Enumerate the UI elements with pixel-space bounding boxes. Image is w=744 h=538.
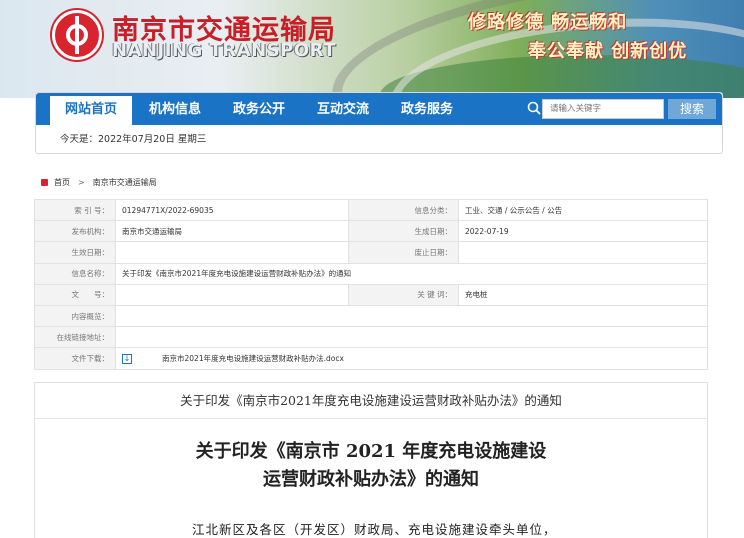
table-row: 文 号： 关 键 词： 充电桩 <box>34 283 708 306</box>
download-link[interactable]: 南京市2021年度充电设施建设运营财政补贴办法.docx <box>162 354 344 363</box>
slogan-line-1: 修路修德 畅运畅和 <box>468 12 628 33</box>
nav-item-interaction[interactable]: 互动交流 <box>302 93 384 125</box>
document-salutation: 江北新区及各区（开发区）财政局、充电设施建设牵头单位， <box>192 522 557 537</box>
keyword-label: 关 键 词： <box>348 283 459 306</box>
overview-value <box>115 304 708 328</box>
breadcrumb-home[interactable]: 首页 <box>54 177 70 188</box>
keyword-value: 充电桩 <box>458 283 708 306</box>
link-label: 在线链接地址： <box>34 326 116 349</box>
logo-icon[interactable] <box>52 10 102 60</box>
table-row: 在线链接地址： <box>34 326 708 349</box>
name-value: 关于印发《南京市2021年度充电设施建设运营财政补贴办法》的通知 <box>115 262 708 285</box>
table-row: 发布机构： 南京市交通运输局 生成日期： 2022-07-19 <box>34 220 708 243</box>
article-header-title: 关于印发《南京市2021年度充电设施建设运营财政补贴办法》的通知 <box>35 383 707 419</box>
index-value: 01294771X/2022-69035 <box>115 198 349 222</box>
document-info-table: 索 引 号： 01294771X/2022-69035 信息分类： 工业、交通 … <box>34 198 708 370</box>
site-title-en: NANJING TRANSPORT <box>112 40 336 61</box>
abolish-value <box>458 241 708 264</box>
nav-item-services[interactable]: 政务服务 <box>386 93 468 125</box>
download-icon[interactable]: ↓ <box>122 353 132 364</box>
category-value: 工业、交通 / 公示公告 / 公告 <box>458 198 708 222</box>
category-label: 信息分类： <box>348 198 459 222</box>
breadcrumb-current[interactable]: 南京市交通运输局 <box>93 177 157 188</box>
nav-item-gov-affairs[interactable]: 政务公开 <box>218 93 300 125</box>
table-row: 内容概览： <box>34 304 708 328</box>
doc-no-label: 文 号： <box>34 283 116 306</box>
overview-label: 内容概览： <box>34 304 116 328</box>
table-row: 文件下载： ↓ 南京市2021年度充电设施建设运营财政补贴办法.docx <box>34 347 708 370</box>
search-input[interactable] <box>542 99 664 119</box>
publisher-value: 南京市交通运输局 <box>115 220 349 243</box>
document-title-line-2: 运营财政补贴办法》的通知 <box>263 469 479 490</box>
effective-value <box>115 241 349 264</box>
publisher-label: 发布机构： <box>34 220 116 243</box>
doc-no-value <box>115 283 349 306</box>
article-content: 关于印发《南京市2021年度充电设施建设运营财政补贴办法》的通知 关于印发《南京… <box>34 382 708 538</box>
home-icon <box>41 179 48 186</box>
nav-container: 网站首页 机构信息 政务公开 互动交流 政务服务 搜索 今天是：2022年07月… <box>35 92 723 154</box>
main-nav: 网站首页 机构信息 政务公开 互动交流 政务服务 搜索 <box>36 93 722 127</box>
search-button[interactable]: 搜索 <box>668 99 716 119</box>
current-date: 今天是：2022年07月20日 星期三 <box>60 134 207 145</box>
document-title: 关于印发《南京市 2021 年度充电设施建设 运营财政补贴办法》的通知 <box>35 438 707 494</box>
effective-label: 生效日期： <box>34 241 116 264</box>
index-label: 索 引 号： <box>34 198 116 222</box>
name-label: 信息名称： <box>34 262 116 285</box>
slogan-line-2: 奉公奉献 创新创优 <box>528 41 688 62</box>
nav-item-org-info[interactable]: 机构信息 <box>134 93 216 125</box>
nav-item-home[interactable]: 网站首页 <box>50 93 132 127</box>
created-value: 2022-07-19 <box>458 220 708 243</box>
download-cell: ↓ 南京市2021年度充电设施建设运营财政补贴办法.docx <box>115 347 708 370</box>
table-row: 索 引 号： 01294771X/2022-69035 信息分类： 工业、交通 … <box>34 198 708 222</box>
document-title-line-1: 关于印发《南京市 2021 年度充电设施建设 <box>195 441 547 462</box>
link-value <box>115 326 708 349</box>
site-banner: 南京市交通运输局 NANJING TRANSPORT 修路修德 畅运畅和 奉公奉… <box>0 0 744 98</box>
created-label: 生成日期： <box>348 220 459 243</box>
table-row: 生效日期： 废止日期： <box>34 241 708 264</box>
breadcrumb-separator: > <box>78 178 85 187</box>
table-row: 信息名称： 关于印发《南京市2021年度充电设施建设运营财政补贴办法》的通知 <box>34 262 708 285</box>
download-label: 文件下载： <box>34 347 116 370</box>
abolish-label: 废止日期： <box>348 241 459 264</box>
breadcrumb: 首页 > 南京市交通运输局 <box>41 177 157 188</box>
